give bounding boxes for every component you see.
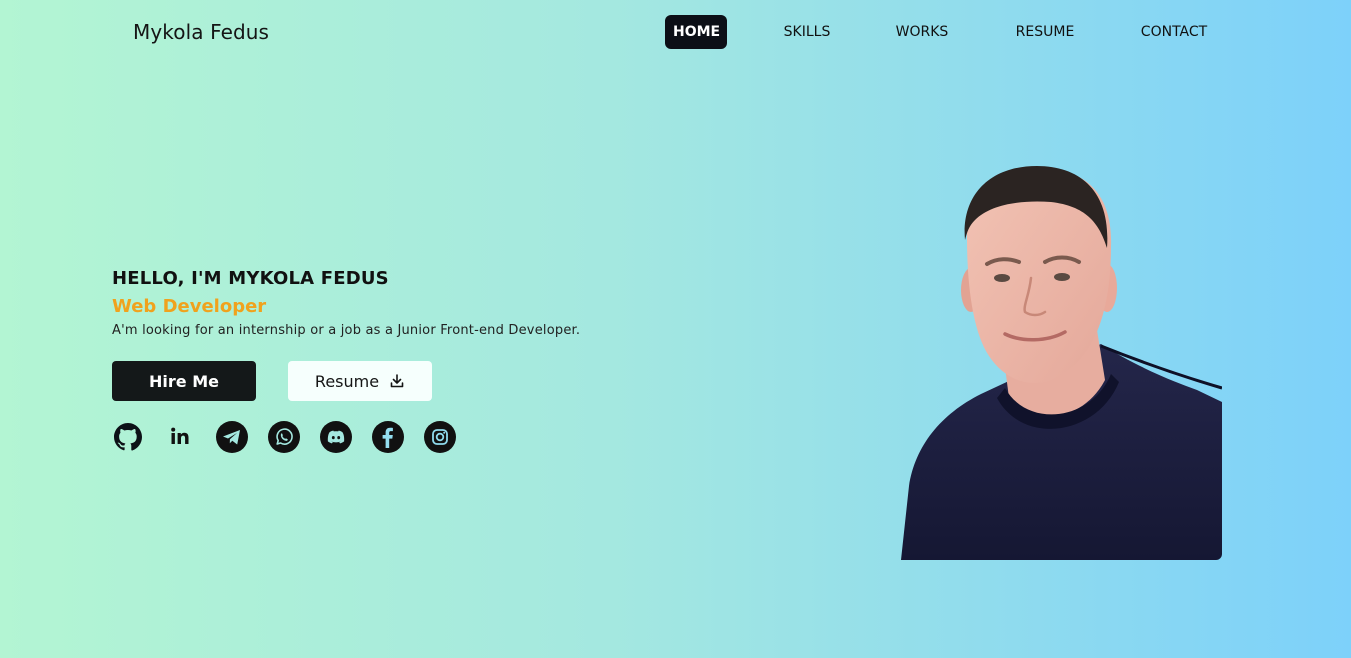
nav-contact[interactable]: CONTACT bbox=[1132, 15, 1216, 49]
site-logo[interactable]: Mykola Fedus bbox=[133, 20, 269, 44]
download-icon bbox=[390, 374, 404, 388]
instagram-icon[interactable] bbox=[424, 421, 456, 453]
hire-me-label: Hire Me bbox=[149, 371, 219, 391]
discord-icon[interactable] bbox=[320, 421, 352, 453]
nav-resume[interactable]: RESUME bbox=[1006, 15, 1084, 49]
telegram-icon[interactable] bbox=[216, 421, 248, 453]
resume-label: Resume bbox=[314, 371, 380, 391]
linkedin-icon[interactable] bbox=[164, 421, 196, 453]
whatsapp-icon[interactable] bbox=[268, 421, 300, 453]
social-links bbox=[112, 421, 456, 453]
navbar: Mykola Fedus HOME SKILLS WORKS RESUME CO… bbox=[0, 0, 1351, 64]
hero-title: HELLO, I'M MYKOLA FEDUS bbox=[112, 268, 389, 289]
nav-skills[interactable]: SKILLS bbox=[775, 15, 839, 49]
hire-me-button[interactable]: Hire Me bbox=[112, 361, 256, 401]
hero-description: A'm looking for an internship or a job a… bbox=[112, 323, 581, 338]
hero-subtitle: Web Developer bbox=[112, 296, 267, 317]
resume-button[interactable]: Resume bbox=[288, 361, 432, 401]
nav-home[interactable]: HOME bbox=[665, 15, 727, 49]
facebook-icon[interactable] bbox=[372, 421, 404, 453]
github-icon[interactable] bbox=[112, 421, 144, 453]
nav-works[interactable]: WORKS bbox=[886, 15, 958, 49]
profile-photo bbox=[901, 166, 1222, 560]
